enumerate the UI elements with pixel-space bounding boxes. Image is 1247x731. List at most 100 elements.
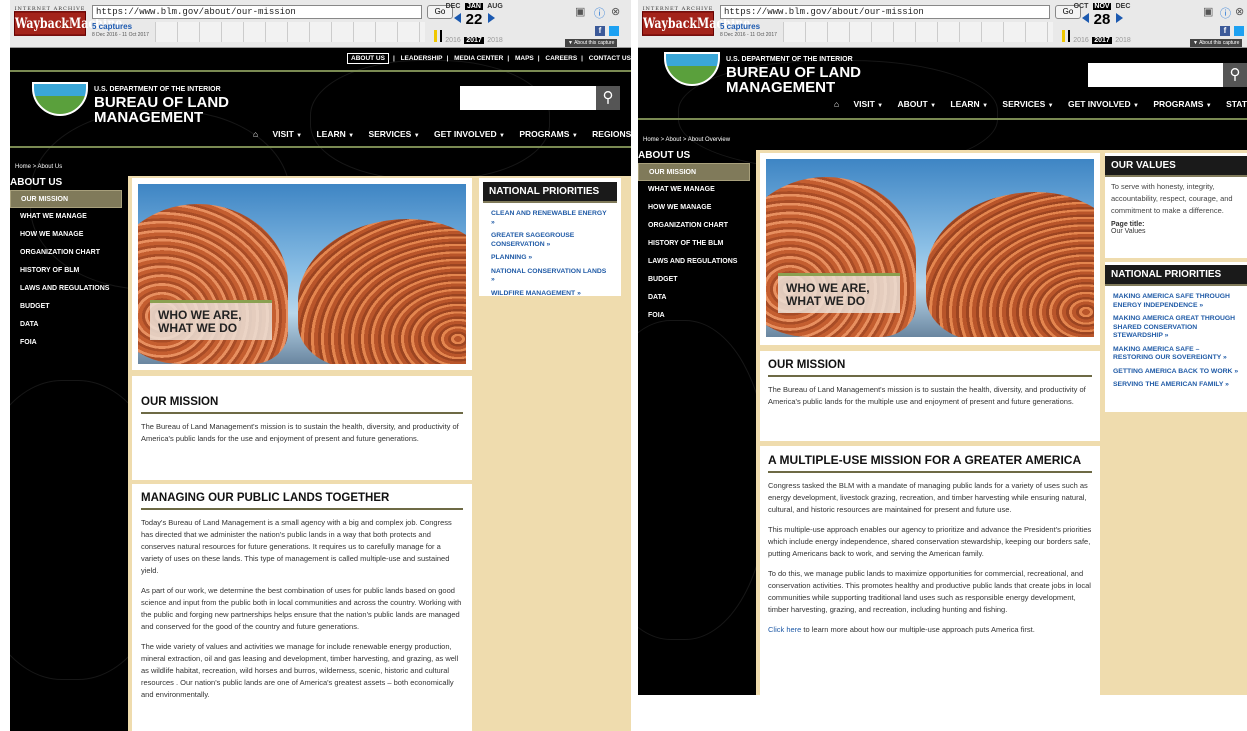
wayback-logo[interactable]: INTERNET ARCHIVE WaybackMachine (642, 6, 750, 40)
utility-leadership[interactable]: LEADERSHIP (401, 55, 443, 62)
priority-link[interactable]: NATIONAL CONSERVATION LANDS » (483, 267, 617, 286)
nav-services[interactable]: SERVICES ▼ (368, 129, 419, 139)
next-capture-icon[interactable] (1116, 13, 1123, 23)
help-icon[interactable]: ⓘ (594, 5, 605, 21)
utility-maps[interactable]: MAPS (515, 55, 534, 62)
utility-media-center[interactable]: MEDIA CENTER (454, 55, 503, 62)
utility-about-us[interactable]: ABOUT US (347, 53, 389, 64)
wayback-sparkline[interactable] (155, 22, 425, 42)
sidebar-item-what-we-manage[interactable]: WHAT WE MANAGE (638, 181, 750, 199)
facebook-icon[interactable]: f (595, 26, 605, 36)
nav-get-involved[interactable]: GET INVOLVED ▼ (1068, 99, 1139, 109)
wayback-logo[interactable]: INTERNET ARCHIVE WaybackMachine (14, 6, 122, 40)
click-here-link[interactable]: Click here (768, 625, 801, 634)
sidebar-item-our-mission[interactable]: OUR MISSION (638, 163, 750, 181)
sidebar-item-how-we-manage[interactable]: HOW WE MANAGE (10, 226, 122, 244)
about-capture-link[interactable]: ▼ About this capture (565, 39, 618, 47)
sidebar-item-data[interactable]: DATA (638, 289, 750, 307)
home-icon[interactable]: ⌂ (834, 99, 839, 109)
sidebar-item-org-chart[interactable]: ORGANIZATION CHART (10, 244, 122, 262)
breadcrumb[interactable]: Home > About > About Overview (643, 137, 730, 143)
wayback-year-next[interactable]: 2018 (485, 37, 505, 44)
priority-link[interactable]: WILDFIRE MANAGEMENT » (483, 289, 617, 300)
close-icon[interactable]: ⊗ (611, 5, 620, 18)
blm-logo-icon[interactable] (32, 82, 88, 116)
wayback-year-prev[interactable]: 2016 (1071, 37, 1091, 44)
help-icon[interactable]: ⓘ (1220, 5, 1231, 21)
facebook-icon[interactable]: f (1220, 26, 1230, 36)
nav-programs[interactable]: PROGRAMS ▼ (519, 129, 577, 139)
nav-divider (638, 118, 1247, 120)
prev-capture-icon[interactable] (1082, 13, 1089, 23)
nav-learn-label: LEARN (950, 99, 980, 109)
wayback-captures-link[interactable]: 5 captures (720, 22, 760, 31)
priority-link[interactable]: MAKING AMERICA SAFE – RESTORING OUR SOVE… (1105, 345, 1247, 364)
sidebar-item-history[interactable]: HISTORY OF BLM (10, 262, 122, 280)
wayback-sparkline[interactable] (783, 22, 1053, 42)
priority-link[interactable]: PLANNING » (483, 253, 617, 264)
priority-link[interactable]: CLEAN AND RENEWABLE ENERGY » (483, 209, 617, 228)
home-icon[interactable]: ⌂ (253, 129, 258, 139)
hero-image: WHO WE ARE, WHAT WE DO (766, 159, 1094, 337)
wayback-year-next[interactable]: 2018 (1113, 37, 1133, 44)
wayback-month-next[interactable]: AUG (486, 3, 504, 10)
priority-link[interactable]: MAKING AMERICA SAFE THROUGH ENERGY INDEP… (1105, 292, 1247, 311)
sidebar-item-data[interactable]: DATA (10, 316, 122, 334)
sidebar-item-what-we-manage[interactable]: WHAT WE MANAGE (10, 208, 122, 226)
wayback-year-prev[interactable]: 2016 (443, 37, 463, 44)
next-capture-icon[interactable] (488, 13, 495, 23)
nav-states[interactable]: STATES ▼ (1226, 99, 1247, 109)
twitter-icon[interactable] (1234, 26, 1244, 36)
sidebar-item-org-chart[interactable]: ORGANIZATION CHART (638, 217, 750, 235)
sidebar-item-how-we-manage[interactable]: HOW WE MANAGE (638, 199, 750, 217)
search-input[interactable] (1088, 63, 1226, 87)
calendar-icon[interactable]: ▣ (1203, 5, 1213, 18)
sidebar-item-foia[interactable]: FOIA (638, 307, 750, 325)
nav-get-involved[interactable]: GET INVOLVED ▼ (434, 129, 505, 139)
sidebar-item-history[interactable]: HISTORY OF THE BLM (638, 235, 750, 253)
priority-link[interactable]: GREATER SAGEGROUSE CONSERVATION » (483, 231, 617, 250)
nav-programs[interactable]: PROGRAMS ▼ (1153, 99, 1211, 109)
wayback-captures-link[interactable]: 5 captures (92, 22, 132, 31)
about-capture-link[interactable]: ▼ About this capture (1190, 39, 1243, 47)
nav-regions[interactable]: REGIONS ▼ (592, 129, 631, 139)
hero-caption-line2: WHAT WE DO (786, 293, 866, 308)
nav-visit[interactable]: VISIT ▼ (273, 129, 303, 139)
wayback-month-prev[interactable]: DEC (444, 3, 462, 10)
nav-visit-label: VISIT (853, 99, 875, 109)
nav-about[interactable]: ABOUT ▼ (897, 99, 936, 109)
search-icon[interactable]: ⚲ (1223, 63, 1247, 87)
utility-contact-us[interactable]: CONTACT US (589, 55, 631, 62)
search-input[interactable] (460, 86, 596, 110)
nav-learn[interactable]: LEARN ▼ (950, 99, 988, 109)
priority-link[interactable]: MAKING AMERICA GREAT THROUGH SHARED CONS… (1105, 314, 1247, 342)
sidebar-item-laws[interactable]: LAWS AND REGULATIONS (638, 253, 750, 271)
priority-link[interactable]: SERVING THE AMERICAN FAMILY » (1105, 380, 1247, 391)
utility-careers[interactable]: CAREERS (545, 55, 577, 62)
sidebar-item-foia[interactable]: FOIA (10, 334, 122, 352)
calendar-icon[interactable]: ▣ (575, 5, 585, 18)
breadcrumb[interactable]: Home > About Us (15, 164, 62, 170)
agency-name-line2: MANAGEMENT (94, 109, 204, 126)
wayback-month-next[interactable]: DEC (1114, 3, 1132, 10)
priority-link[interactable]: GETTING AMERICA BACK TO WORK » (1105, 367, 1247, 378)
search-icon[interactable]: ⚲ (596, 86, 620, 110)
sidebar-item-our-mission[interactable]: OUR MISSION (10, 190, 122, 208)
chevron-down-icon: ▼ (413, 133, 420, 139)
sidebar-item-laws[interactable]: LAWS AND REGULATIONS (10, 280, 122, 298)
close-icon[interactable]: ⊗ (1235, 5, 1244, 18)
agency-title[interactable]: U.S. DEPARTMENT OF THE INTERIOR BUREAU O… (726, 56, 861, 95)
wayback-url-input[interactable]: https://www.blm.gov/about/our-mission (92, 5, 422, 19)
twitter-icon[interactable] (609, 26, 619, 36)
nav-visit[interactable]: VISIT ▼ (854, 99, 884, 109)
prev-capture-icon[interactable] (454, 13, 461, 23)
nav-learn[interactable]: LEARN ▼ (316, 129, 354, 139)
agency-title[interactable]: U.S. DEPARTMENT OF THE INTERIOR BUREAU O… (94, 86, 229, 125)
sidebar-item-budget[interactable]: BUDGET (10, 298, 122, 316)
wayback-url-input[interactable]: https://www.blm.gov/about/our-mission (720, 5, 1050, 19)
sidebar-item-budget[interactable]: BUDGET (638, 271, 750, 289)
nav-services[interactable]: SERVICES ▼ (1002, 99, 1053, 109)
managing-paragraph-1: Today's Bureau of Land Management is a s… (141, 518, 452, 575)
capture-bar (1068, 30, 1070, 42)
wayback-month-prev[interactable]: OCT (1072, 3, 1090, 10)
